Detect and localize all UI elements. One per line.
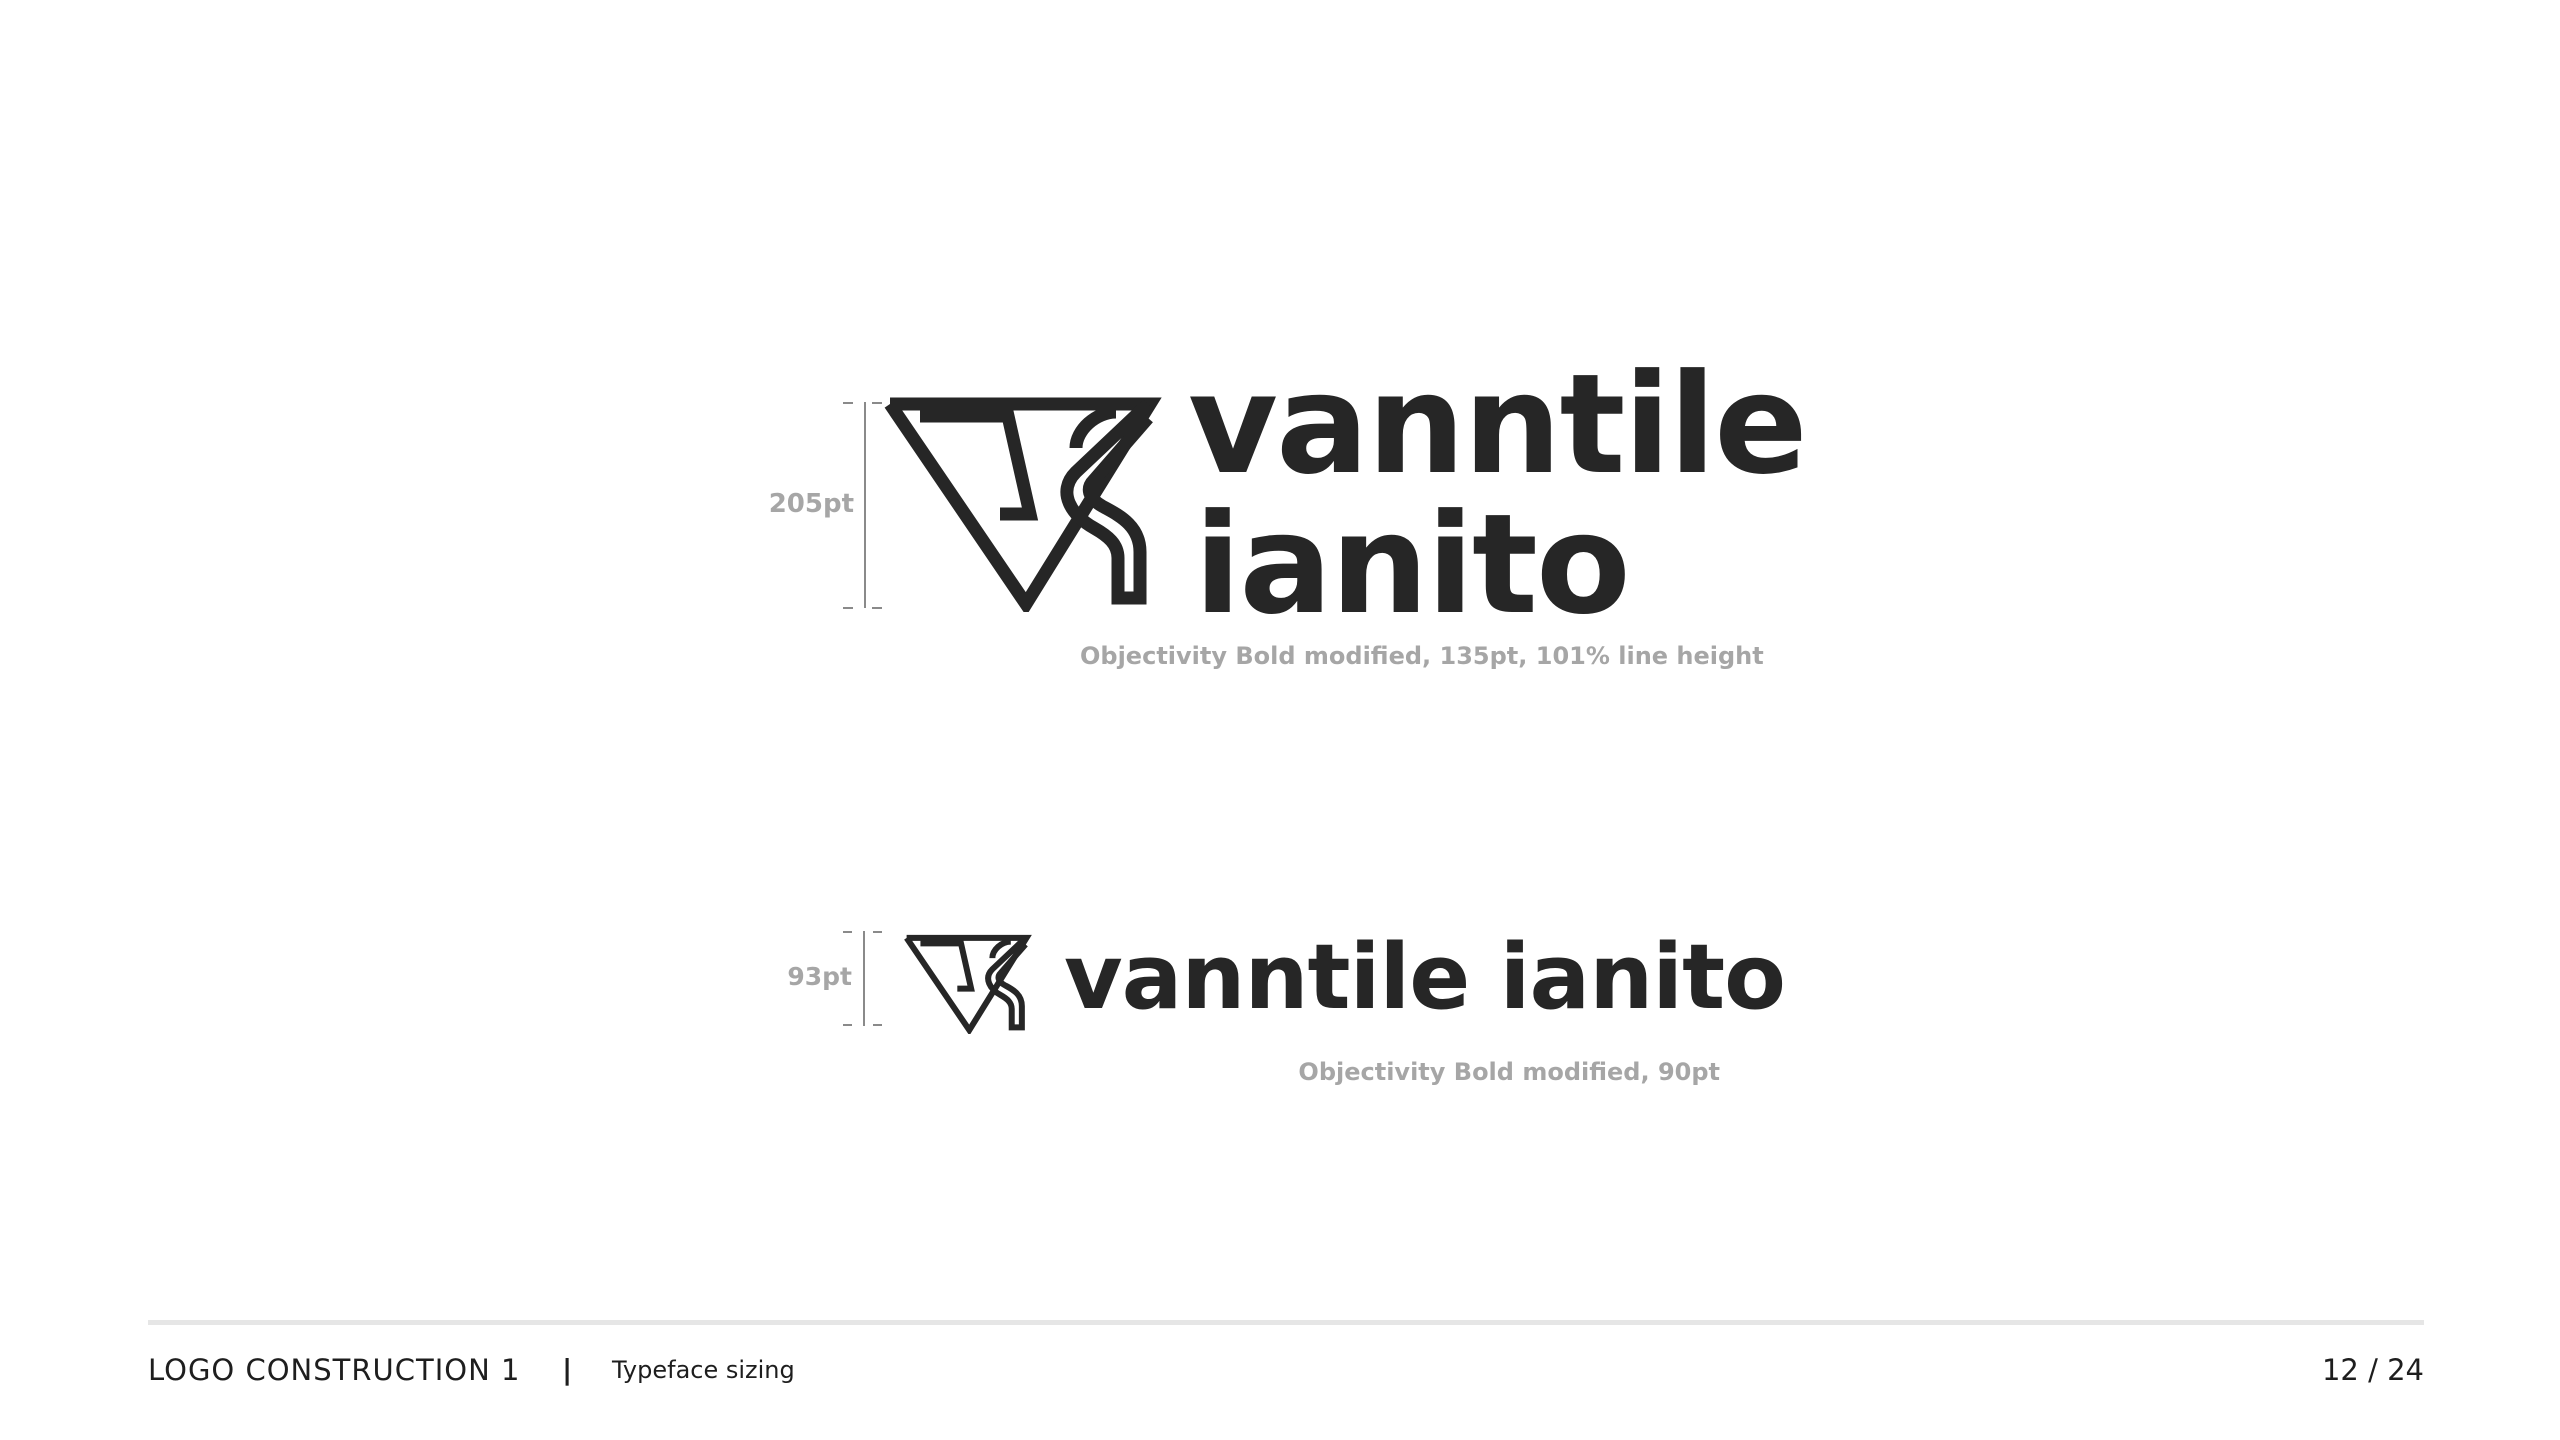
small-typeface-caption: Objectivity Bold modified, 90pt: [1298, 1058, 1720, 1086]
vi-monogram-icon: [884, 397, 1162, 612]
footer-section-title: LOGO CONSTRUCTION 1: [148, 1353, 521, 1387]
large-wordmark-line-1: vanntile: [1188, 344, 1808, 505]
large-dimension-label: 205pt: [768, 489, 854, 519]
footer-separator: |: [562, 1353, 573, 1386]
page-number: 12 / 24: [2321, 1353, 2424, 1387]
footer-subtitle: Typeface sizing: [612, 1356, 795, 1384]
small-wordmark: vanntile ianito: [1064, 925, 1786, 1030]
large-wordmark-line-2: ianito: [1194, 484, 1631, 645]
large-typeface-caption: Objectivity Bold modified, 135pt, 101% l…: [1080, 642, 1764, 670]
footer-divider: [148, 1320, 2424, 1325]
vi-monogram-small-icon: [904, 934, 1032, 1034]
small-dimension-label: 93pt: [787, 962, 852, 991]
